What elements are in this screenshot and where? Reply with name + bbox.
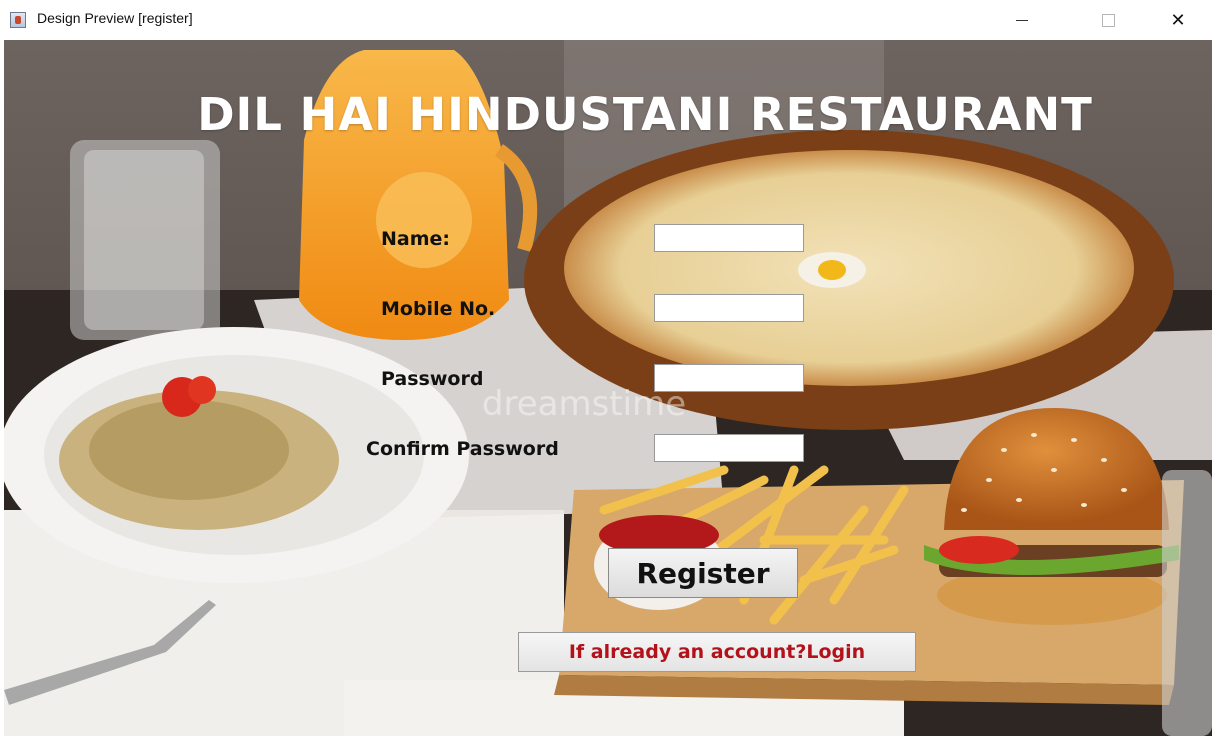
confirm-password-input[interactable]	[654, 434, 804, 462]
minimize-button[interactable]	[1002, 6, 1042, 34]
register-panel: dreamstime DIL HAI HINDUSTANI RESTAURANT…	[4, 40, 1212, 736]
confirm-password-label: Confirm Password	[366, 438, 559, 460]
maximize-icon	[1101, 13, 1115, 27]
minimize-icon	[1016, 19, 1028, 21]
password-label: Password	[381, 368, 484, 390]
name-input[interactable]	[654, 224, 804, 252]
login-link-button[interactable]: If already an account?Login	[518, 632, 916, 672]
maximize-button[interactable]	[1088, 6, 1128, 34]
close-button[interactable]: ✕	[1158, 6, 1198, 34]
name-label: Name:	[381, 228, 451, 250]
close-icon: ✕	[1170, 9, 1186, 31]
register-button[interactable]: Register	[608, 548, 798, 598]
mobile-input[interactable]	[654, 294, 804, 322]
app-window: Design Preview [register] ✕ dreamstime D…	[0, 0, 1212, 736]
title-bar: Design Preview [register] ✕	[0, 0, 1212, 40]
page-title: DIL HAI HINDUSTANI RESTAURANT	[197, 88, 1093, 141]
java-app-icon	[10, 12, 26, 28]
password-input[interactable]	[654, 364, 804, 392]
mobile-label: Mobile No.	[381, 298, 496, 320]
window-title: Design Preview [register]	[37, 10, 193, 26]
